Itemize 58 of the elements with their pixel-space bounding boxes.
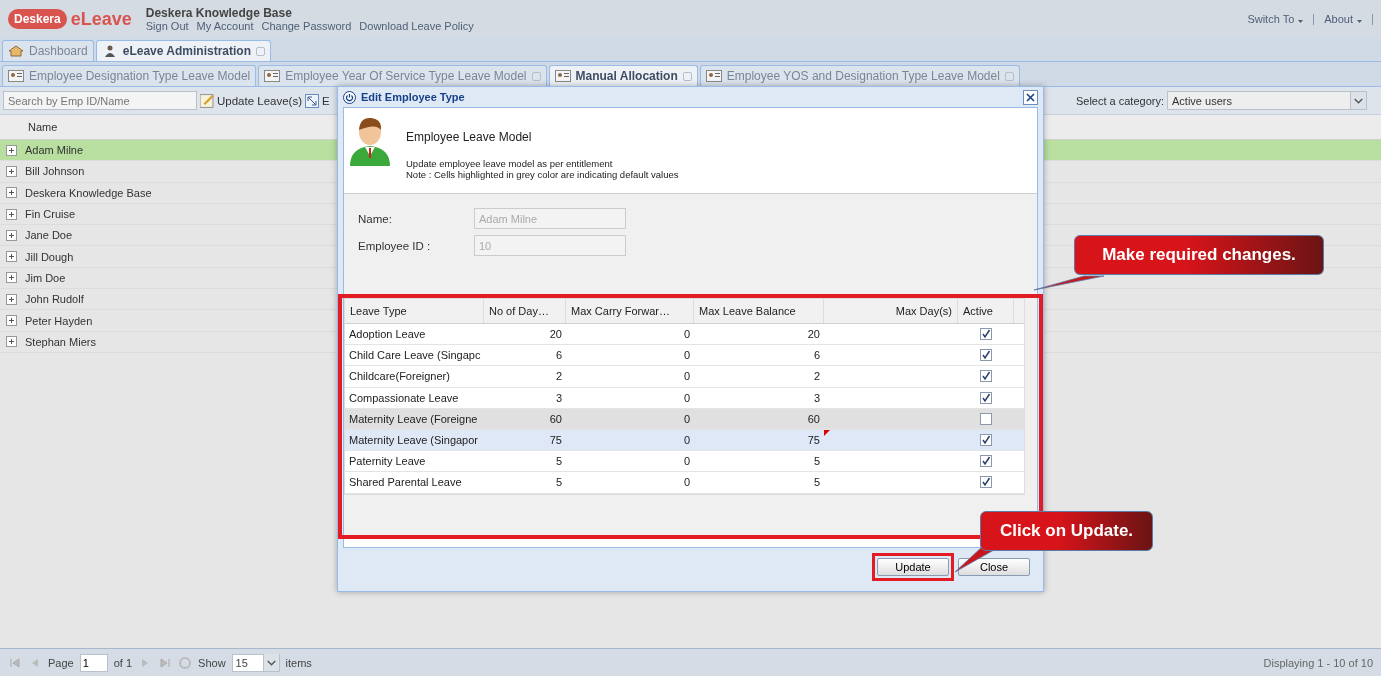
items-label: items (285, 656, 312, 669)
table-cell-text: 0 (682, 454, 691, 470)
paging-summary: Displaying 1 - 10 of 10 (1263, 656, 1373, 669)
employee-name: Jill Dough (25, 250, 74, 263)
callout: Click on Update. (980, 511, 1153, 551)
table-cell-text: 0 (682, 433, 691, 449)
category-label: Select a category: (1075, 94, 1164, 107)
table-cell-text: Paternity Leave (348, 454, 427, 470)
note-text: Note : Cells highlighted in grey color are indicating default values (406, 169, 679, 180)
table-cell-text: 2 (554, 369, 563, 385)
table-cell-text: Adoption Leave (348, 327, 427, 343)
dialog-heading: Employee Leave Model (406, 130, 533, 144)
table-cell-text: Child Care Leave (Singapc (348, 348, 482, 364)
employee-name: John Rudolf (25, 293, 84, 306)
table-cell-text: 0 (682, 369, 691, 385)
table-cell-text: 60 (806, 411, 821, 427)
callout: Make required changes. (1074, 235, 1324, 275)
table-cell-text: 3 (554, 390, 563, 406)
field-label: Name: (358, 212, 393, 225)
table-cell-text: 0 (682, 390, 691, 406)
table-cell-text: 0 (682, 327, 691, 343)
description-text: Update employee leave model as per entitlement (406, 158, 614, 169)
table-cell-text: 0 (682, 475, 691, 491)
page-count: of 1 (113, 656, 133, 669)
table-cell-text: Maternity Leave (Foreigne (348, 411, 479, 427)
table-cell-text: 3 (812, 390, 821, 406)
table-cell-text: 6 (812, 348, 821, 364)
company-name: Deskera Knowledge Base (145, 6, 293, 20)
table-cell-text: 2 (812, 369, 821, 385)
page-label: Page (48, 656, 74, 669)
show-label: Show (198, 656, 226, 669)
table-cell-text: 5 (812, 454, 821, 470)
table-cell-text: Shared Parental Leave (348, 475, 463, 491)
table-cell-text: Compassionate Leave (348, 390, 460, 406)
table-cell-text: 5 (554, 475, 563, 491)
table-cell-text: 5 (812, 475, 821, 491)
employee-name: Deskera Knowledge Base (25, 186, 152, 199)
employee-name: Adam Milne (25, 144, 84, 157)
table-cell-text: 20 (548, 327, 563, 343)
employee-name: Peter Hayden (25, 314, 93, 327)
table-cell-text: 20 (806, 327, 821, 343)
table-cell-text: 0 (682, 411, 691, 427)
table-cell-text: 0 (682, 348, 691, 364)
employee-name: Jim Doe (25, 271, 66, 284)
table-cell-text: Maternity Leave (Singapor (348, 433, 479, 449)
dialog-title: Edit Employee Type (361, 91, 465, 103)
table-cell-text: 6 (554, 348, 563, 364)
table-cell-text: 5 (554, 454, 563, 470)
employee-name: Jane Doe (25, 229, 73, 242)
table-cell-text: Childcare(Foreigner) (348, 369, 451, 385)
table-cell-text: 75 (548, 433, 563, 449)
logo: Deskera eLeave (8, 8, 132, 30)
table-cell-text: 75 (806, 433, 821, 449)
employee-name: Fin Cruise (25, 208, 76, 221)
employee-name: Bill Johnson (25, 165, 85, 178)
field-label: Employee ID : (358, 239, 432, 252)
employee-name: Stephan Miers (25, 335, 96, 348)
table-cell-text: 60 (548, 411, 563, 427)
